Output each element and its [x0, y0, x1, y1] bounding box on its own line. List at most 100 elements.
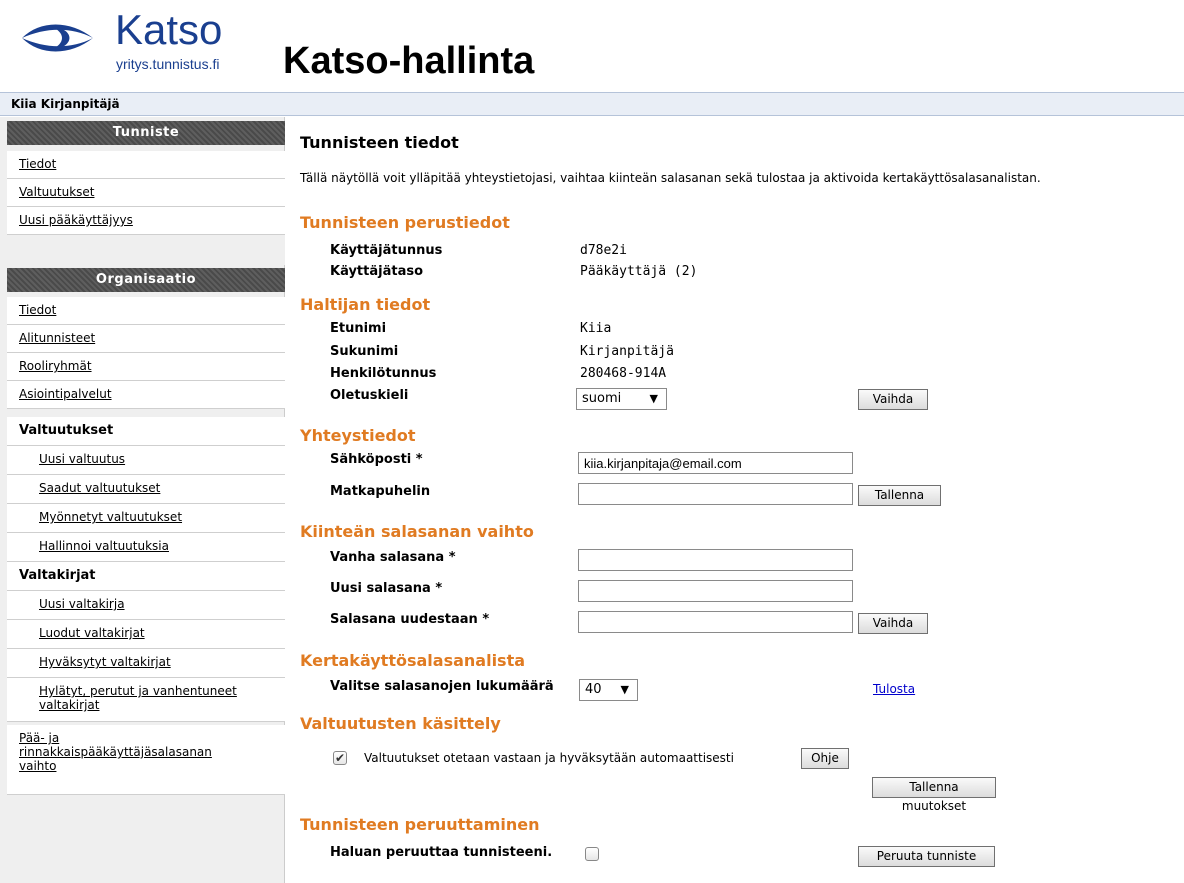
sidebar-link[interactable]: Uusi valtuutus [39, 452, 125, 466]
sidebar-link[interactable]: Tiedot [19, 157, 56, 171]
save-changes-button[interactable]: Tallenna muutokset [872, 777, 996, 813]
auto-accept-checkbox[interactable]: ✔ [333, 751, 347, 765]
checkmark-icon: ✔ [334, 751, 346, 765]
sidebar-link[interactable]: Uusi pääkäyttäjyys [19, 213, 133, 227]
sidebar-group-valtuutukset: Valtuutukset [7, 417, 285, 446]
sidebar-link[interactable]: Hallinnoi valtuutuksia [39, 539, 169, 553]
section-heading-salasana: Kiinteän salasanan vaihto [300, 522, 534, 541]
page-title: Tunnisteen tiedot [300, 133, 459, 152]
app-header: Katso yritys.tunnistus.fi Katso-hallinta [0, 0, 1184, 90]
phone-label: Matkapuhelin [330, 484, 431, 499]
oletuskieli-label: Oletuskieli [330, 388, 409, 403]
sidebar-link[interactable]: Luodut valtakirjat [39, 626, 145, 640]
kayttajatunnus-label: Käyttäjätunnus [330, 243, 443, 258]
phone-field[interactable] [578, 483, 853, 505]
user-name: Kiia Kirjanpitäjä [11, 97, 120, 111]
old-password-label: Vanha salasana * [330, 550, 456, 565]
sidebar: Tunniste Tiedot Valtuutukset Uusi pääkäy… [0, 117, 285, 883]
email-label: Sähköposti * [330, 452, 423, 467]
sidebar-link[interactable]: Rooliryhmät [19, 359, 92, 373]
section-heading-perustiedot: Tunnisteen perustiedot [300, 213, 510, 232]
sidebar-item-luodut-valtakirjat[interactable]: Luodut valtakirjat [7, 620, 285, 649]
sidebar-link[interactable]: Uusi valtakirja [39, 597, 125, 611]
etunimi-label: Etunimi [330, 321, 387, 336]
auto-accept-label: Valtuutukset otetaan vastaan ja hyväksyt… [364, 751, 734, 765]
section-heading-valtuutusten: Valtuutusten käsittely [300, 714, 501, 733]
app-title: Katso-hallinta [283, 40, 535, 82]
password-count-value: 40 [585, 682, 602, 697]
sidebar-link[interactable]: Myönnetyt valtuutukset [39, 510, 182, 524]
sidebar-link[interactable]: vaihto [19, 759, 56, 773]
sidebar-item-org-tiedot[interactable]: Tiedot [7, 297, 285, 325]
repeat-password-field[interactable] [578, 611, 853, 633]
repeat-password-label: Salasana uudestaan * [330, 612, 490, 627]
sidebar-item-rooliryhmat[interactable]: Rooliryhmät [7, 353, 285, 381]
sidebar-group-label: Valtakirjat [19, 568, 96, 583]
sidebar-link[interactable]: Valtuutukset [19, 185, 94, 199]
section-heading-peruuttaminen: Tunnisteen peruuttaminen [300, 815, 540, 834]
old-password-field[interactable] [578, 549, 853, 571]
section-heading-yhteystiedot: Yhteystiedot [300, 426, 416, 445]
section-heading-kertakaytto: Kertakäyttösalasanalista [300, 651, 526, 670]
save-contact-button[interactable]: Tallenna [858, 485, 941, 506]
logo-subtitle: yritys.tunnistus.fi [116, 56, 220, 72]
sidebar-item-hylatyt-valtakirjat[interactable]: Hylätyt, perutut ja vanhentuneet valtaki… [7, 678, 285, 722]
sidebar-link[interactable]: valtakirjat [39, 698, 99, 712]
language-select[interactable]: suomi ▼ [576, 388, 667, 410]
print-link[interactable]: Tulosta [873, 682, 915, 696]
vaihda-password-button[interactable]: Vaihda [858, 613, 928, 634]
sidebar-item-uusi-paakayttajyys[interactable]: Uusi pääkäyttäjyys [7, 207, 285, 235]
logo-wordmark: Katso [115, 6, 223, 53]
section-heading-haltija: Haltijan tiedot [300, 295, 431, 314]
help-button[interactable]: Ohje [801, 748, 849, 769]
sidebar-heading-organisaatio: Organisaatio [7, 268, 285, 292]
sukunimi-value: Kirjanpitäjä [580, 344, 674, 359]
sidebar-item-hallinnoi-valtuutuksia[interactable]: Hallinnoi valtuutuksia [7, 533, 285, 562]
kayttajataso-value: Pääkäyttäjä (2) [580, 264, 698, 279]
henkilotunnus-label: Henkilötunnus [330, 366, 437, 381]
sidebar-group-valtakirjat: Valtakirjat [7, 562, 285, 591]
katso-logo-icon [22, 24, 93, 52]
sidebar-item-asiointipalvelut[interactable]: Asiointipalvelut [7, 381, 285, 409]
sidebar-link[interactable]: Tiedot [19, 303, 56, 317]
sidebar-item-tunniste-tiedot[interactable]: Tiedot [7, 151, 285, 179]
new-password-field[interactable] [578, 580, 853, 602]
sidebar-link[interactable]: rinnakkaispääkäyttäjäsalasanan [19, 745, 212, 759]
sidebar-item-paakayttajasalasanan-vaihto[interactable]: Pää- ja rinnakkaispääkäyttäjäsalasanan v… [7, 725, 285, 795]
sidebar-item-saadut-valtuutukset[interactable]: Saadut valtuutukset [7, 475, 285, 504]
chevron-down-icon: ▼ [649, 392, 658, 405]
vaihda-language-button[interactable]: Vaihda [858, 389, 928, 410]
sidebar-spacer [7, 235, 285, 265]
sukunimi-label: Sukunimi [330, 344, 399, 359]
cancel-identifier-label: Haluan peruuttaa tunnisteeni. [330, 845, 553, 860]
sidebar-item-tunniste-valtuutukset[interactable]: Valtuutukset [7, 179, 285, 207]
sidebar-heading-tunniste: Tunniste [7, 121, 285, 145]
language-select-value: suomi [582, 391, 622, 406]
sidebar-item-myonnetyt-valtuutukset[interactable]: Myönnetyt valtuutukset [7, 504, 285, 533]
page-intro: Tällä näytöllä voit ylläpitää yhteystiet… [300, 171, 1041, 185]
sidebar-link[interactable]: Hyväksytyt valtakirjat [39, 655, 171, 669]
kayttajataso-label: Käyttäjätaso [330, 264, 424, 279]
password-count-label: Valitse salasanojen lukumäärä [330, 679, 554, 694]
sidebar-item-uusi-valtuutus[interactable]: Uusi valtuutus [7, 446, 285, 475]
sidebar-link[interactable]: Alitunnisteet [19, 331, 95, 345]
new-password-label: Uusi salasana * [330, 581, 443, 596]
email-field[interactable] [578, 452, 853, 474]
cancel-identifier-button[interactable]: Peruuta tunniste [858, 846, 995, 867]
sidebar-item-alitunnisteet[interactable]: Alitunnisteet [7, 325, 285, 353]
sidebar-item-uusi-valtakirja[interactable]: Uusi valtakirja [7, 591, 285, 620]
cancel-identifier-checkbox[interactable] [585, 847, 599, 861]
sidebar-link[interactable]: Asiointipalvelut [19, 387, 112, 401]
sidebar-link[interactable]: Pää- ja [19, 731, 59, 745]
password-count-select[interactable]: 40 ▼ [579, 679, 638, 701]
sidebar-link[interactable]: Hylätyt, perutut ja vanhentuneet [39, 684, 237, 698]
sidebar-group-label: Valtuutukset [19, 423, 114, 438]
main-content: Tunnisteen tiedot Tällä näytöllä voit yl… [300, 117, 1180, 883]
etunimi-value: Kiia [580, 321, 612, 336]
sidebar-item-hyvaksytyt-valtakirjat[interactable]: Hyväksytyt valtakirjat [7, 649, 285, 678]
kayttajatunnus-value: d78e2i [580, 243, 627, 258]
henkilotunnus-value: 280468-914A [580, 366, 667, 381]
sidebar-link[interactable]: Saadut valtuutukset [39, 481, 160, 495]
user-bar: Kiia Kirjanpitäjä [0, 92, 1184, 116]
chevron-down-icon: ▼ [620, 683, 629, 696]
